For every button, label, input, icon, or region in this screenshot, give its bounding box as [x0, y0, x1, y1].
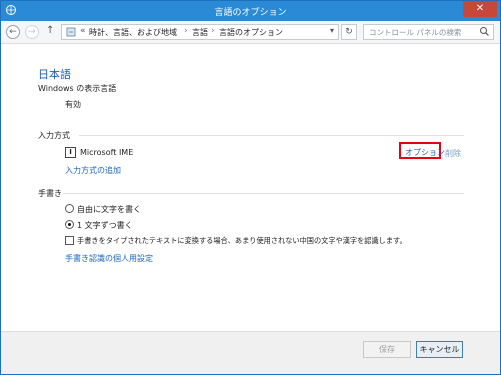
display-language-label: Windows の表示言語: [38, 84, 117, 93]
rare-characters-label[interactable]: 手書きをタイプされたテキストに変換する場合、あまり使用されない中国の文字や漢字を…: [77, 236, 407, 246]
search-placeholder: コントロール パネルの検索: [369, 28, 462, 37]
delete-link[interactable]: 削除: [445, 148, 461, 159]
ime-icon: I: [65, 147, 76, 158]
address-box[interactable]: « 時計、言語、および地域 › 言語 › 言語のオプション ▾: [61, 24, 339, 40]
free-writing-radio[interactable]: [65, 204, 74, 213]
breadcrumb-language[interactable]: 言語: [192, 27, 208, 38]
language-heading: 日本語: [38, 68, 71, 81]
personalize-handwriting-link[interactable]: 手書き認識の個人用設定: [65, 253, 153, 264]
search-input[interactable]: コントロール パネルの検索: [363, 24, 494, 40]
window-title: 言語のオプション: [214, 8, 287, 18]
display-language-status: 有効: [65, 100, 81, 109]
single-char-label[interactable]: 1 文字ずつ書く: [77, 220, 133, 231]
ime-name: Microsoft IME: [80, 148, 134, 157]
address-dropdown-icon[interactable]: ▾: [330, 26, 334, 35]
single-char-radio[interactable]: [65, 220, 74, 229]
language-options-window: 言語のオプション ✕ ← → ↑ « 時計、言語、および地域 › 言語 › 言語…: [0, 0, 501, 375]
back-button[interactable]: ←: [6, 25, 20, 39]
breadcrumb-separator-icon[interactable]: ›: [184, 26, 188, 36]
cancel-button[interactable]: キャンセル: [416, 341, 463, 358]
options-link[interactable]: オプション: [405, 147, 445, 158]
up-button[interactable]: ↑: [46, 25, 54, 36]
refresh-button[interactable]: ↻: [341, 24, 357, 40]
forward-button[interactable]: →: [25, 25, 39, 39]
handwriting-label: 手書き: [38, 189, 62, 198]
rare-characters-checkbox[interactable]: [65, 236, 74, 245]
address-bar: ← → ↑ « 時計、言語、および地域 › 言語 › 言語のオプション ▾ ↻ …: [1, 21, 500, 44]
close-button[interactable]: ✕: [463, 1, 497, 17]
add-input-method-link[interactable]: 入力方式の追加: [65, 165, 121, 176]
section-divider: [79, 135, 464, 136]
breadcrumb-language-options[interactable]: 言語のオプション: [219, 27, 283, 38]
main-content: 日本語 Windows の表示言語 有効 入力方式 I Microsoft IM…: [1, 44, 500, 331]
control-panel-icon: [66, 27, 76, 37]
breadcrumb-separator-icon[interactable]: ›: [211, 26, 215, 36]
input-method-label: 入力方式: [38, 131, 70, 140]
search-icon[interactable]: [479, 26, 490, 37]
breadcrumb-overflow-chevron[interactable]: «: [80, 26, 86, 36]
button-bar: 保存 キャンセル: [1, 331, 500, 374]
free-writing-label[interactable]: 自由に文字を書く: [77, 204, 141, 215]
section-divider: [63, 193, 464, 194]
breadcrumb-clock-language-region[interactable]: 時計、言語、および地域: [89, 27, 177, 38]
save-button[interactable]: 保存: [363, 341, 411, 358]
title-bar: 言語のオプション ✕: [1, 1, 500, 21]
